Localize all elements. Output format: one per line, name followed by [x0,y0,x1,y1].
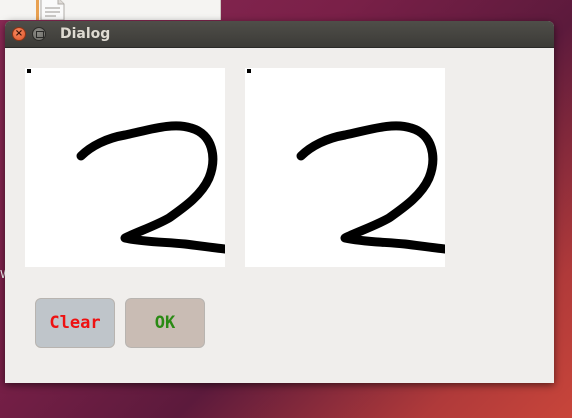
drawing-canvas[interactable] [25,68,225,267]
dialog-window: × Dialog Clear OK [5,21,554,383]
maximize-icon[interactable] [32,27,46,41]
background-window [0,0,221,20]
ok-button[interactable]: OK [125,298,205,348]
handwritten-digit-drawing [27,69,225,254]
dialog-title: Dialog [60,26,111,42]
close-icon[interactable]: × [12,27,26,41]
clear-button[interactable]: Clear [35,298,115,348]
handwritten-digit-preview [247,69,445,254]
preview-canvas [245,68,445,267]
title-bar[interactable]: × Dialog [5,21,554,48]
file-icon [36,0,65,20]
